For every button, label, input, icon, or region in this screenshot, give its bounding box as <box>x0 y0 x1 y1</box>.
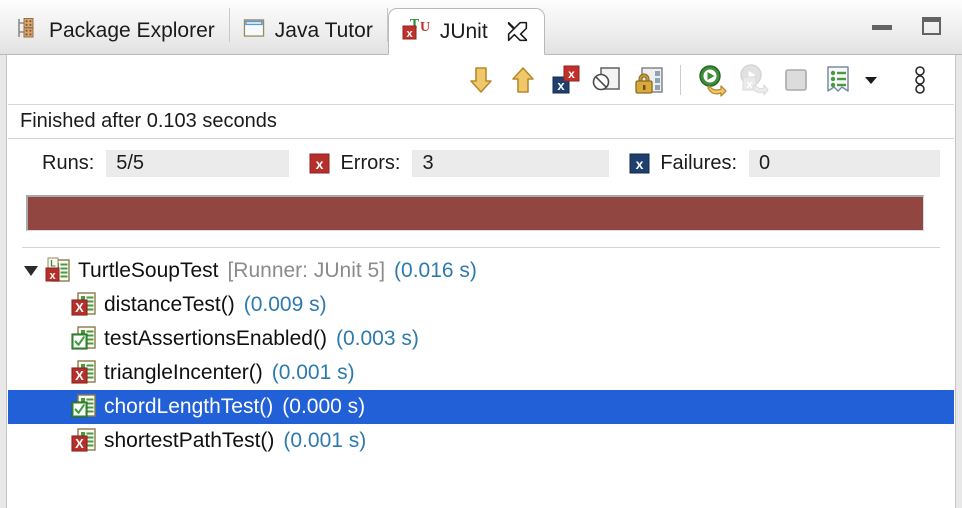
test-name: triangleIncenter() <box>104 361 263 384</box>
test-result-tree[interactable]: Lx TurtleSoupTest [Runner: JUnit 5] (0.016 … <box>8 248 954 473</box>
minimize-button[interactable] <box>870 14 894 38</box>
error-x-icon: x <box>309 153 330 174</box>
test-tree-row[interactable]: XtriangleIncenter() (0.001 s) <box>8 356 954 390</box>
scroll-lock-button[interactable] <box>629 60 669 100</box>
progress-bar-wrap <box>8 187 954 241</box>
runs-label: Runs: <box>42 151 95 174</box>
junit-icon: T U x <box>401 16 431 48</box>
test-pass-icon <box>70 325 100 353</box>
rerun-green-icon <box>699 64 727 97</box>
junit-view: Package Explorer Java Tutor T U x JUnit … <box>0 0 962 508</box>
test-name: chordLengthTest() <box>104 395 274 418</box>
arrow-up-icon <box>512 66 534 93</box>
test-run-history-button[interactable] <box>818 60 858 100</box>
expand-triangle-icon <box>24 266 38 276</box>
expand-triangle-icon[interactable] <box>18 261 44 281</box>
test-name: shortestPathTest() <box>104 429 275 452</box>
test-tree-row[interactable]: testAssertionsEnabled() (0.003 s) <box>8 322 954 356</box>
failures-value: 0 <box>749 149 941 177</box>
maximize-button[interactable] <box>920 14 944 38</box>
junit-toolbar: x x x <box>8 55 954 105</box>
progress-bar <box>26 195 924 231</box>
next-failure-button[interactable] <box>461 60 501 100</box>
test-tree-row[interactable]: Lx TurtleSoupTest [Runner: JUnit 5] (0.016 … <box>8 254 954 288</box>
status-text: Finished after 0.103 seconds <box>20 110 277 132</box>
svg-text:x: x <box>406 28 413 40</box>
close-icon[interactable] <box>505 19 530 44</box>
test-name: TurtleSoupTest <box>78 259 219 282</box>
progress-bar-fill <box>28 197 923 230</box>
svg-text:U: U <box>420 20 430 35</box>
test-class-error-icon: Lx <box>44 257 74 285</box>
test-runner-label: [Runner: JUnit 5] <box>227 259 386 282</box>
test-duration: (0.000 s) <box>282 395 366 418</box>
java-tutor-view-icon <box>242 16 266 46</box>
history-list-icon <box>827 65 849 92</box>
test-duration: (0.003 s) <box>335 327 419 350</box>
rerun-failed-icon: x <box>740 63 769 96</box>
test-error-icon: X <box>70 291 100 319</box>
test-duration: (0.001 s) <box>271 361 355 384</box>
status-line: Finished after 0.103 seconds <box>8 105 954 139</box>
svg-text:x: x <box>636 156 644 172</box>
stop-icon <box>785 68 807 91</box>
tab-label: Package Explorer <box>49 18 215 42</box>
test-error-icon: X <box>70 427 100 455</box>
view-left-border <box>0 55 7 508</box>
rerun-test-button[interactable] <box>692 60 732 100</box>
tab-label: JUnit <box>439 19 488 43</box>
tab-package-explorer[interactable]: Package Explorer <box>4 7 229 54</box>
svg-text:x: x <box>316 156 324 172</box>
tab-junit[interactable]: T U x JUnit <box>387 8 545 55</box>
test-tree-row[interactable]: XdistanceTest() (0.009 s) <box>8 288 954 322</box>
svg-text:X: X <box>75 436 84 451</box>
arrow-down-icon <box>470 66 492 93</box>
test-pass-icon <box>70 393 100 421</box>
show-ignored-only-button[interactable] <box>587 60 627 100</box>
svg-text:x: x <box>49 270 56 282</box>
stop-button[interactable] <box>776 60 816 100</box>
chevron-down-icon <box>865 76 877 84</box>
counter-panel: Runs: 5/5 x Errors: 3 x Failures: 0 <box>8 139 954 187</box>
svg-text:X: X <box>75 368 84 383</box>
rerun-failed-button[interactable]: x <box>734 60 774 100</box>
toolbar-separator <box>680 64 681 95</box>
failures-label: Failures: <box>660 151 738 174</box>
history-dropdown-arrow[interactable] <box>860 60 882 100</box>
test-duration: (0.001 s) <box>283 429 367 452</box>
test-duration: (0.016 s) <box>394 259 477 282</box>
view-menu-button[interactable] <box>900 60 940 100</box>
view-right-border <box>955 55 962 508</box>
errors-value: 3 <box>412 149 610 177</box>
window-controls <box>870 14 944 38</box>
svg-text:x: x <box>568 67 575 81</box>
tab-java-tutor[interactable]: Java Tutor <box>230 7 387 54</box>
lock-icon <box>635 66 663 94</box>
test-duration: (0.009 s) <box>243 293 327 316</box>
test-tree-row[interactable]: XshortestPathTest() (0.001 s) <box>8 424 954 458</box>
svg-text:X: X <box>75 300 84 315</box>
ignored-only-icon <box>592 66 620 90</box>
failure-x-icon: x <box>629 153 650 174</box>
view-tab-bar: Package Explorer Java Tutor T U x JUnit <box>0 0 962 55</box>
failures-only-icon: x x <box>552 65 580 93</box>
view-menu-icon <box>915 65 925 94</box>
test-error-icon: X <box>70 359 100 387</box>
runs-value: 5/5 <box>106 149 290 177</box>
previous-failure-button[interactable] <box>503 60 543 100</box>
test-name: distanceTest() <box>104 293 235 316</box>
errors-label: Errors: <box>340 151 401 174</box>
svg-text:x: x <box>746 79 753 91</box>
package-explorer-icon <box>16 16 40 46</box>
test-name: testAssertionsEnabled() <box>104 327 327 350</box>
view-content: x x x Finished after 0.103 seconds Runs:… <box>8 55 954 473</box>
tab-label: Java Tutor <box>274 18 373 42</box>
svg-text:L: L <box>50 259 56 269</box>
show-failures-only-button[interactable]: x x <box>545 60 585 100</box>
test-tree-row[interactable]: chordLengthTest() (0.000 s) <box>8 390 954 424</box>
